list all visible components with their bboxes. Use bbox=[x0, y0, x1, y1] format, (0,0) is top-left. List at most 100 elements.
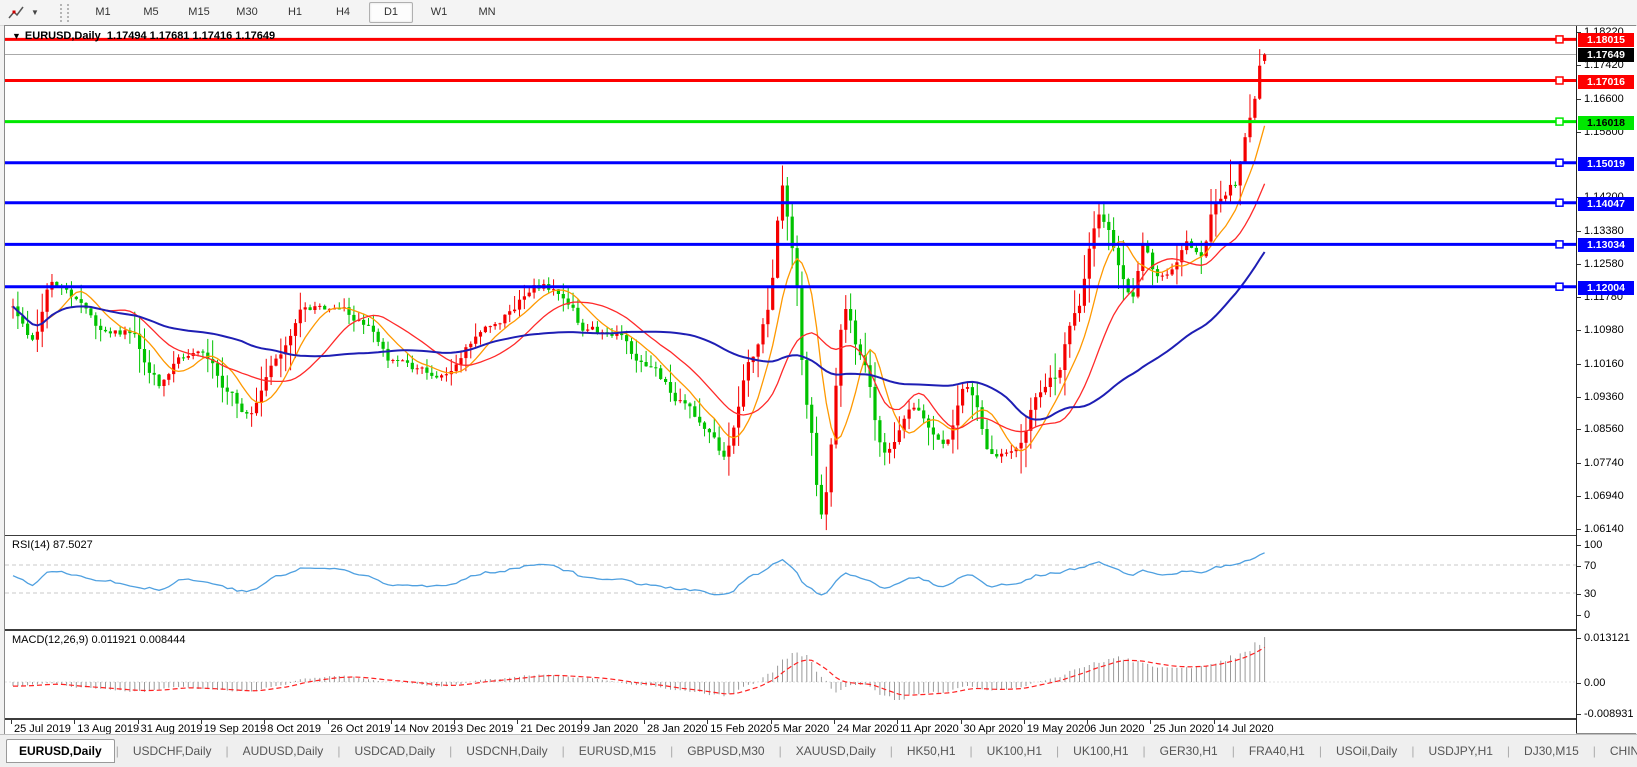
current-price-badge: 1.17649 bbox=[1578, 48, 1634, 63]
axis-tick bbox=[1577, 264, 1581, 266]
rsi-tick-label: 0 bbox=[1584, 609, 1591, 621]
axis-tick bbox=[1577, 683, 1581, 684]
tab-hk50-h1[interactable]: HK50,H1 bbox=[894, 739, 969, 763]
macd-tick-label: -0.008931 bbox=[1584, 707, 1634, 720]
axis-tick bbox=[1577, 615, 1581, 616]
date-tick bbox=[707, 720, 709, 724]
axis-tick bbox=[1577, 463, 1581, 465]
date-tick bbox=[1023, 720, 1025, 724]
price-tick-label: 1.07740 bbox=[1584, 457, 1624, 470]
price-chart-canvas[interactable] bbox=[5, 27, 1576, 533]
price-tick-label: 1.10980 bbox=[1584, 323, 1624, 336]
timeframe-button-m15[interactable]: M15 bbox=[177, 2, 221, 23]
price-tick-label: 1.08560 bbox=[1584, 423, 1624, 436]
date-tick bbox=[74, 720, 76, 724]
timeframe-button-h1[interactable]: H1 bbox=[273, 2, 317, 23]
axis-tick bbox=[1577, 363, 1581, 365]
price-panel: ▼ EURUSD,Daily 1.17494 1.17681 1.17416 1.… bbox=[5, 27, 1576, 537]
date-tick bbox=[580, 720, 582, 724]
tab-xauusd-daily[interactable]: XAUUSD,Daily bbox=[783, 739, 889, 763]
tab-audusd-daily[interactable]: AUDUSD,Daily bbox=[230, 739, 337, 763]
trading-terminal: ▼ M1 M5 M15 M30 H1 H4 D1 W1 MN ▼ EURUSD,Daily 1.1… bbox=[0, 0, 1637, 767]
tab-usdjpy-h1[interactable]: USDJPY,H1 bbox=[1415, 739, 1505, 763]
tab-fra40-h1[interactable]: FRA40,H1 bbox=[1236, 739, 1318, 763]
price-tick-label: 1.09360 bbox=[1584, 390, 1624, 403]
date-tick bbox=[1087, 720, 1089, 724]
tab-usoil-daily[interactable]: USOil,Daily bbox=[1323, 739, 1410, 763]
tab-usdcad-daily[interactable]: USDCAD,Daily bbox=[341, 739, 448, 763]
macd-tick-label: 0.00 bbox=[1584, 677, 1606, 689]
date-tick bbox=[200, 720, 202, 724]
timeframe-toolbar: ▼ M1 M5 M15 M30 H1 H4 D1 W1 MN bbox=[0, 0, 1637, 26]
timeframe-button-mn[interactable]: MN bbox=[465, 2, 509, 23]
date-tick bbox=[1150, 720, 1152, 724]
timeframe-button-d1[interactable]: D1 bbox=[369, 2, 413, 23]
axis-tick bbox=[1577, 594, 1581, 595]
timeframe-button-m5[interactable]: M5 bbox=[129, 2, 173, 23]
price-tick-label: 1.06140 bbox=[1584, 522, 1624, 535]
axis-tick bbox=[1577, 329, 1581, 331]
date-tick bbox=[770, 720, 772, 724]
price-level-badge: 1.12004 bbox=[1578, 280, 1634, 295]
chart-tab-bar: EURUSD,Daily | USDCHF,Daily | AUDUSD,Daily | U… bbox=[0, 734, 1637, 767]
rsi-tick-label: 30 bbox=[1584, 588, 1597, 600]
axis-tick bbox=[1577, 545, 1581, 546]
chart-title: ▼ EURUSD,Daily 1.17494 1.17681 1.17416 1.… bbox=[12, 30, 275, 42]
tab-gbpusd-m30[interactable]: GBPUSD,M30 bbox=[674, 739, 777, 763]
trendline-tool-icon[interactable] bbox=[4, 3, 28, 23]
axis-tick bbox=[1577, 713, 1581, 715]
price-tick-label: 1.06940 bbox=[1584, 490, 1624, 503]
tab-eurusd-m15[interactable]: EURUSD,M15 bbox=[566, 739, 669, 763]
timeframe-button-m30[interactable]: M30 bbox=[225, 2, 269, 23]
axis-tick bbox=[1577, 296, 1581, 298]
rsi-panel: RSI(14) 87.5027 bbox=[5, 536, 1576, 631]
rsi-tick-label: 70 bbox=[1584, 560, 1597, 572]
timeframe-button-h4[interactable]: H4 bbox=[321, 2, 365, 23]
tab-uk100-h1[interactable]: UK100,H1 bbox=[1060, 739, 1141, 763]
timeframe-buttons: M1 M5 M15 M30 H1 H4 D1 W1 MN bbox=[79, 2, 511, 23]
date-tick bbox=[644, 720, 645, 724]
tab-usdcnh-daily[interactable]: USDCNH,Daily bbox=[453, 739, 560, 763]
chart-ohlc-values: 1.17494 1.17681 1.17416 1.17649 bbox=[106, 30, 276, 42]
date-tick bbox=[390, 720, 392, 724]
date-tick bbox=[960, 720, 962, 724]
chart-window: ▼ EURUSD,Daily 1.17494 1.17681 1.17416 1.… bbox=[4, 25, 1637, 735]
timeframe-button-w1[interactable]: W1 bbox=[417, 2, 461, 23]
tab-china300-h4[interactable]: CHINA300,H4 bbox=[1597, 739, 1637, 763]
symbol-dropdown-icon[interactable]: ▼ bbox=[12, 31, 21, 41]
tab-ger30-h1[interactable]: GER30,H1 bbox=[1147, 739, 1231, 763]
price-level-badge: 1.17016 bbox=[1578, 74, 1634, 89]
toolbar-grip bbox=[60, 3, 69, 22]
date-tick bbox=[454, 720, 456, 724]
rsi-chart-canvas[interactable] bbox=[5, 536, 1576, 627]
axis-tick bbox=[1577, 496, 1581, 498]
price-level-badge: 1.16018 bbox=[1578, 115, 1634, 130]
axis-tick bbox=[1577, 231, 1581, 233]
tab-usdchf-daily[interactable]: USDCHF,Daily bbox=[120, 739, 225, 763]
axis-tick bbox=[1577, 566, 1581, 567]
trendline-tool-glyph bbox=[8, 6, 24, 18]
macd-panel: MACD(12,26,9) 0.011921 0.008444 bbox=[5, 631, 1576, 720]
price-level-badge: 1.15019 bbox=[1578, 156, 1634, 171]
axis-tick bbox=[1577, 64, 1581, 66]
macd-tick-label: 0.013121 bbox=[1584, 632, 1630, 644]
tab-uk100-h1[interactable]: UK100,H1 bbox=[974, 739, 1055, 763]
tab-eurusd-daily[interactable]: EURUSD,Daily bbox=[6, 739, 115, 763]
price-level-badge: 1.18015 bbox=[1578, 33, 1634, 48]
axis-tick bbox=[1577, 98, 1581, 100]
price-axis[interactable]: 1.182201.174201.166001.158001.142001.133… bbox=[1576, 26, 1637, 733]
chevron-down-icon[interactable]: ▼ bbox=[28, 3, 42, 23]
price-level-badge: 1.13034 bbox=[1578, 238, 1634, 253]
timeframe-button-m1[interactable]: M1 bbox=[81, 2, 125, 23]
macd-chart-canvas[interactable] bbox=[5, 631, 1576, 716]
date-tick bbox=[264, 720, 266, 724]
date-axis[interactable]: 25 Jul 2019 13 Aug 2019 31 Aug 2019 19 Sep … bbox=[5, 720, 1576, 735]
date-tick bbox=[11, 720, 12, 724]
date-tick bbox=[327, 720, 329, 724]
axis-tick bbox=[1577, 396, 1581, 398]
chart-symbol: EURUSD,Daily bbox=[24, 30, 101, 42]
date-tick bbox=[137, 720, 139, 724]
axis-tick bbox=[1577, 429, 1581, 431]
tab-dj30-m15[interactable]: DJ30,M15 bbox=[1511, 739, 1592, 763]
price-tick-label: 1.16600 bbox=[1584, 92, 1624, 105]
